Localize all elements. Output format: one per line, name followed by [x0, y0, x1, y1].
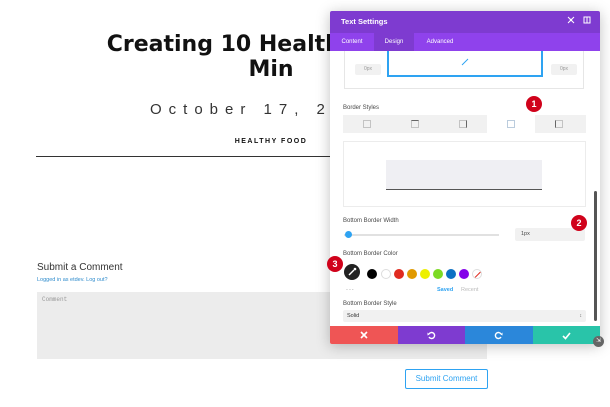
expand-icon[interactable]	[566, 16, 576, 26]
bottom-border-style-value: Solid	[347, 313, 360, 319]
bottom-border-style-select[interactable]: Solid ↕	[343, 310, 586, 322]
swatch-orange[interactable]	[407, 269, 417, 279]
border-right-icon	[459, 120, 467, 128]
step-badge-1: 1	[526, 96, 542, 112]
border-styles-label: Border Styles	[343, 105, 380, 111]
bottom-border-width-slider[interactable]	[344, 234, 499, 236]
check-icon	[562, 332, 571, 340]
bottom-border-width-label: Bottom Border Width	[343, 218, 399, 224]
comment-placeholder: Comment	[42, 296, 68, 303]
border-right-option[interactable]	[439, 115, 487, 133]
modal-scrollbar[interactable]	[594, 191, 597, 321]
modal-tabs: Content Design Advanced	[330, 33, 600, 51]
comment-heading: Submit a Comment	[37, 262, 123, 273]
undo-button[interactable]	[397, 326, 465, 344]
modal-header: Text Settings	[330, 11, 600, 33]
margin-right-value[interactable]: 0px	[551, 64, 577, 75]
saved-colors-tab[interactable]: Saved	[437, 287, 453, 293]
modal-footer	[330, 326, 600, 344]
tab-content[interactable]: Content	[330, 33, 374, 51]
border-top-option[interactable]	[391, 115, 439, 133]
border-bottom-option[interactable]	[487, 115, 535, 133]
step-badge-2: 2	[571, 215, 587, 231]
bottom-border-color-label: Bottom Border Color	[343, 251, 398, 257]
border-style-selector	[343, 115, 586, 133]
border-left-option[interactable]	[535, 115, 583, 133]
swatch-green[interactable]	[433, 269, 443, 279]
swatch-white[interactable]	[381, 269, 391, 279]
split-view-icon[interactable]	[582, 16, 592, 26]
swatch-black[interactable]	[367, 269, 377, 279]
spacing-preview-inner	[387, 51, 543, 77]
swatch-red[interactable]	[394, 269, 404, 279]
swatch-none-icon[interactable]	[472, 269, 482, 279]
submit-comment-button[interactable]: Submit Comment	[405, 369, 488, 389]
tab-advanced[interactable]: Advanced	[414, 33, 466, 51]
margin-left-value[interactable]: 0px	[355, 64, 381, 75]
save-button[interactable]	[532, 326, 600, 344]
cancel-button[interactable]	[330, 326, 398, 344]
select-arrows-icon: ↕	[579, 313, 583, 319]
swatch-yellow[interactable]	[420, 269, 430, 279]
drag-handle-icon[interactable]	[461, 58, 469, 66]
redo-button[interactable]	[465, 326, 533, 344]
swatch-purple[interactable]	[459, 269, 469, 279]
slider-handle[interactable]	[345, 231, 352, 238]
recent-colors-tab[interactable]: Recent	[461, 287, 478, 293]
tab-design[interactable]: Design	[374, 33, 414, 51]
border-left-icon	[555, 120, 563, 128]
spacing-preview: 0px 0px	[344, 51, 584, 89]
border-bottom-icon	[507, 120, 515, 128]
close-icon	[360, 331, 368, 339]
comment-login-link[interactable]: Logged in as etdev. Log out?	[37, 277, 108, 283]
more-colors-button[interactable]: ...	[346, 285, 355, 292]
eyedropper-icon[interactable]	[344, 264, 360, 280]
step-badge-3: 3	[327, 256, 343, 272]
text-settings-modal: Text Settings Content Design Advanced 0p…	[330, 11, 600, 344]
border-all-icon	[363, 120, 371, 128]
resize-handle-icon[interactable]: ⇲	[593, 336, 604, 347]
border-preview-element	[386, 160, 542, 190]
redo-icon	[495, 331, 503, 340]
modal-body: 0px 0px Border Styles Bottom Border Widt…	[330, 51, 600, 336]
border-top-icon	[411, 120, 419, 128]
modal-title: Text Settings	[341, 17, 388, 26]
undo-icon	[427, 331, 435, 340]
swatch-blue[interactable]	[446, 269, 456, 279]
border-preview	[343, 141, 586, 207]
bottom-border-style-label: Bottom Border Style	[343, 301, 397, 307]
border-all-option[interactable]	[343, 115, 391, 133]
